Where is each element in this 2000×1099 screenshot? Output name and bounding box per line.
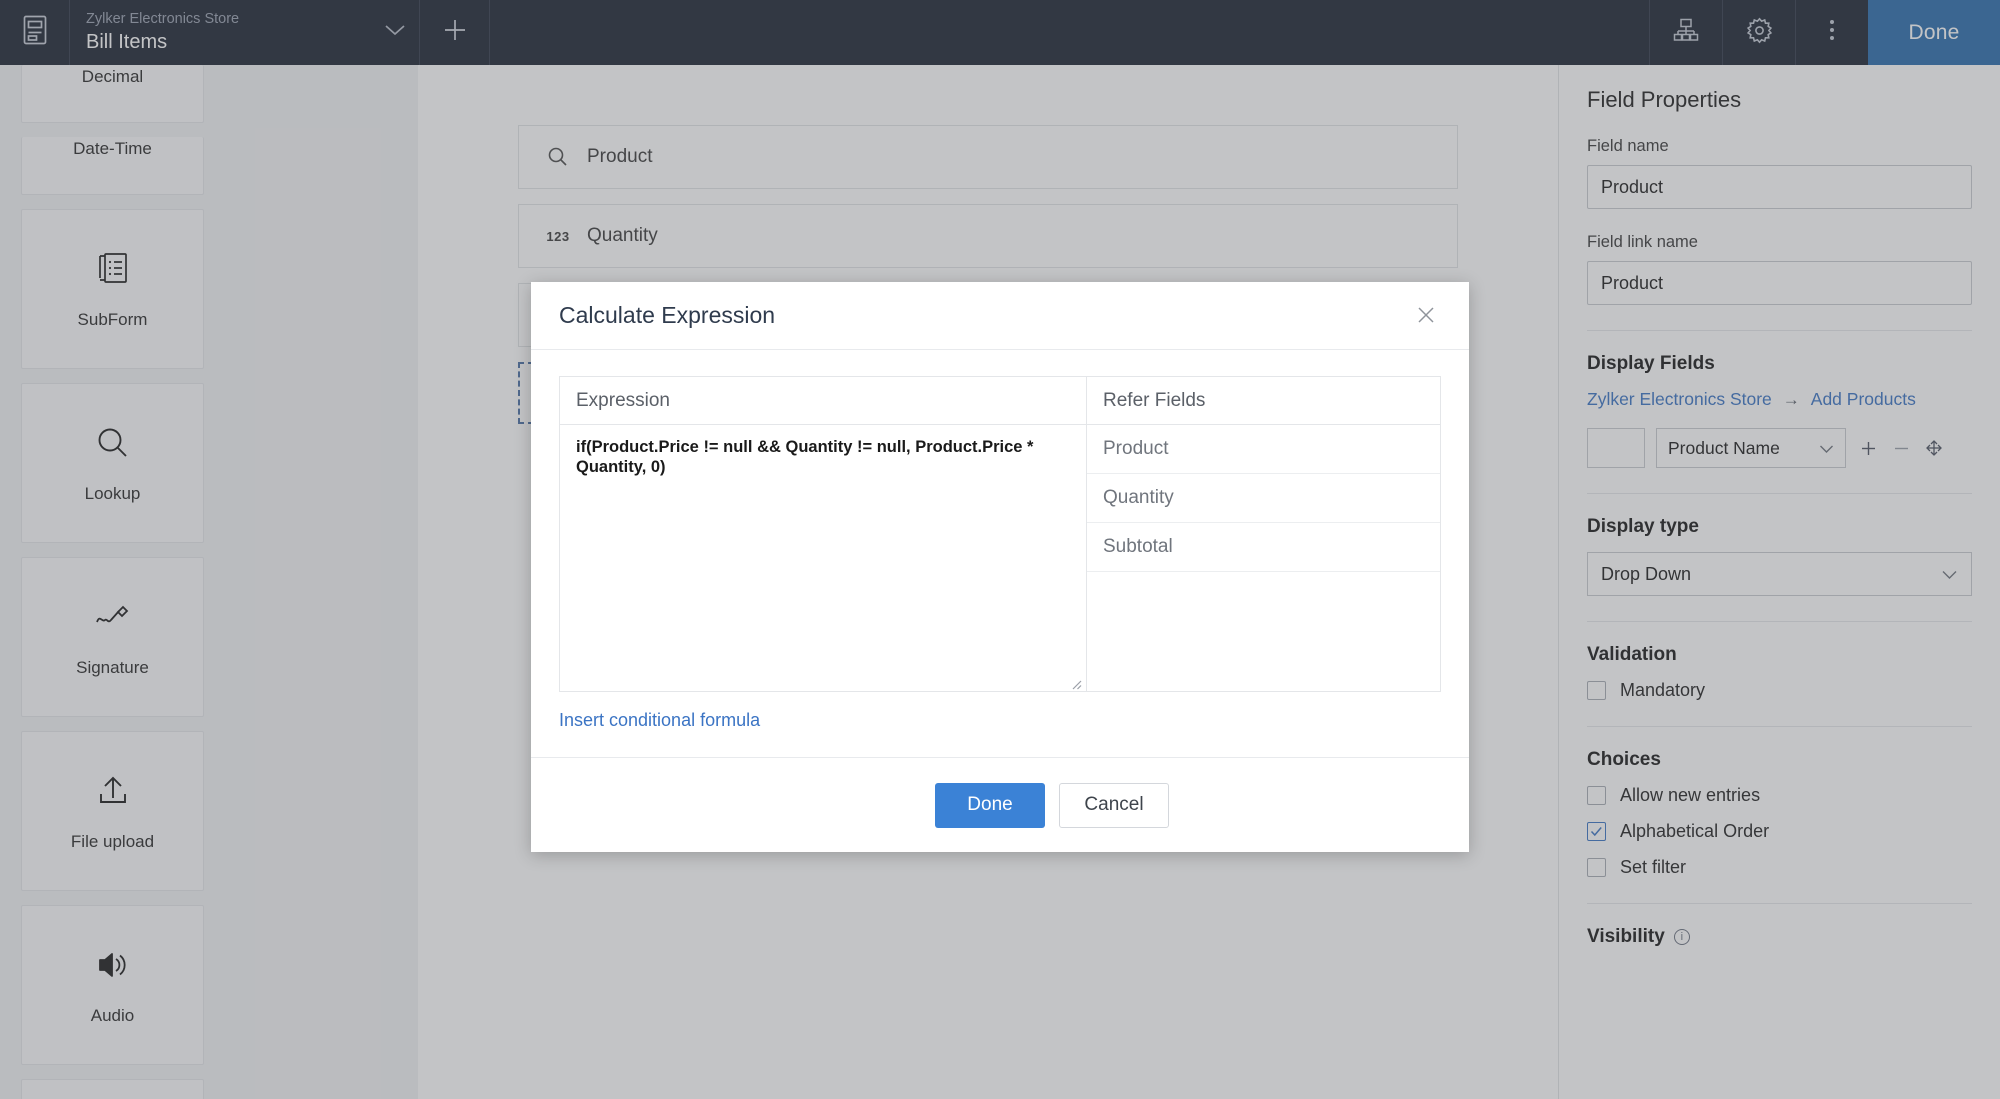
resize-handle-icon[interactable] — [1070, 675, 1082, 690]
dialog-done-button[interactable]: Done — [935, 782, 1045, 828]
dialog-cancel-button[interactable]: Cancel — [1059, 782, 1169, 828]
expression-column: Expression if(Product.Price != null && Q… — [560, 377, 1087, 691]
app-root: Zylker Electronics Store Bill Items Done… — [0, 0, 2000, 1099]
close-icon[interactable] — [1410, 299, 1442, 333]
refer-field-item[interactable]: Product — [1087, 425, 1440, 474]
refer-fields-column: Refer Fields Product Quantity Subtotal — [1087, 377, 1440, 691]
dialog-body: Expression if(Product.Price != null && Q… — [531, 350, 1469, 757]
dialog-title: Calculate Expression — [559, 302, 776, 328]
calculate-expression-dialog: Calculate Expression Expression if(Produ… — [531, 282, 1469, 852]
expression-column-header: Expression — [560, 377, 1086, 425]
dialog-footer: Done Cancel — [531, 757, 1469, 852]
expression-textarea[interactable]: if(Product.Price != null && Quantity != … — [560, 425, 1086, 691]
refer-fields-column-header: Refer Fields — [1087, 377, 1440, 425]
refer-field-item[interactable]: Subtotal — [1087, 523, 1440, 572]
dialog-header: Calculate Expression — [531, 282, 1469, 350]
expression-table: Expression if(Product.Price != null && Q… — [559, 376, 1441, 692]
insert-conditional-formula-link[interactable]: Insert conditional formula — [559, 710, 760, 731]
refer-field-item[interactable]: Quantity — [1087, 474, 1440, 523]
